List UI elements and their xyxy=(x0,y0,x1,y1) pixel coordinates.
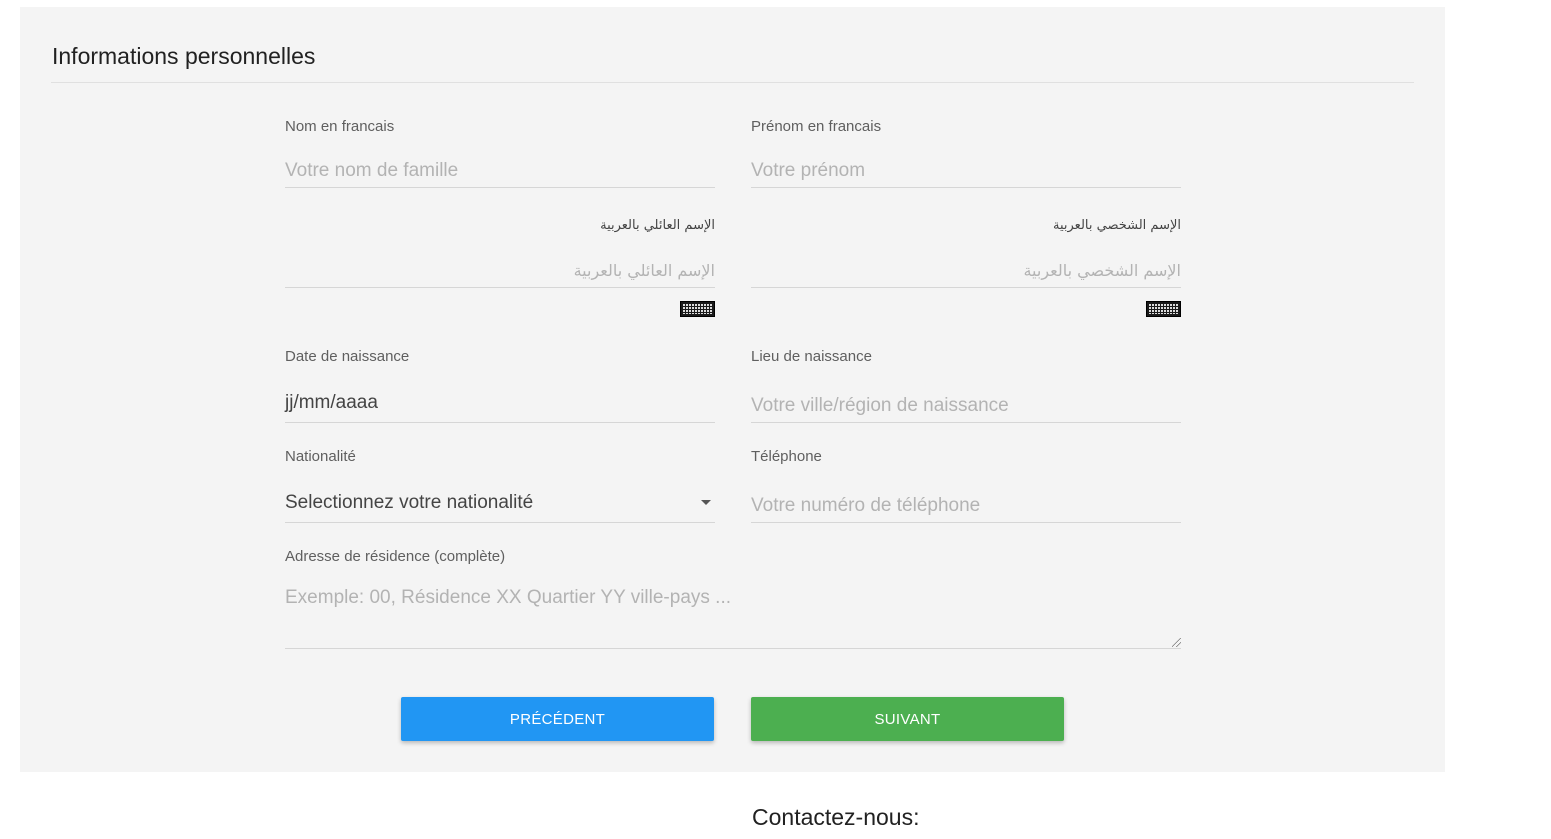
telephone-label: Téléphone xyxy=(751,448,822,465)
nom-ar-label: الإسم العائلي بالعربية xyxy=(600,218,715,233)
nationalite-label: Nationalité xyxy=(285,448,356,465)
date-naissance-label: Date de naissance xyxy=(285,348,410,365)
nom-fr-input[interactable] xyxy=(285,154,715,188)
nationalite-select[interactable]: Selectionnez votre nationalité xyxy=(285,489,715,523)
keyboard-icon[interactable] xyxy=(1146,301,1181,317)
prenom-fr-input[interactable] xyxy=(751,154,1181,188)
next-button[interactable]: SUIVANT xyxy=(751,697,1064,741)
prenom-fr-label: Prénom en francais xyxy=(751,118,882,135)
telephone-input[interactable] xyxy=(751,489,1181,523)
caret-down-icon xyxy=(701,500,711,505)
prenom-ar-label: الإسم الشخصي بالعربية xyxy=(1052,218,1181,233)
date-naissance-input[interactable]: jj/mm/aaaa xyxy=(285,389,715,423)
adresse-label: Adresse de résidence (complète) xyxy=(285,548,506,565)
adresse-textarea[interactable] xyxy=(285,581,1181,649)
section-title: Informations personnelles xyxy=(52,43,316,69)
nationalite-selected-value: Selectionnez votre nationalité xyxy=(285,492,534,513)
lieu-naissance-input[interactable] xyxy=(751,389,1181,423)
lieu-naissance-label: Lieu de naissance xyxy=(751,348,872,365)
nom-fr-label: Nom en francais xyxy=(285,118,395,135)
nom-ar-input[interactable] xyxy=(285,254,715,288)
title-divider xyxy=(51,82,1414,83)
previous-button[interactable]: PRÉCÉDENT xyxy=(401,697,714,741)
personal-info-panel: Informations personnelles Nom en francai… xyxy=(20,7,1445,772)
contact-heading: Contactez-nous: xyxy=(752,804,920,830)
resize-handle-icon[interactable] xyxy=(1172,638,1181,647)
keyboard-icon[interactable] xyxy=(680,301,715,317)
prenom-ar-input[interactable] xyxy=(751,254,1181,288)
